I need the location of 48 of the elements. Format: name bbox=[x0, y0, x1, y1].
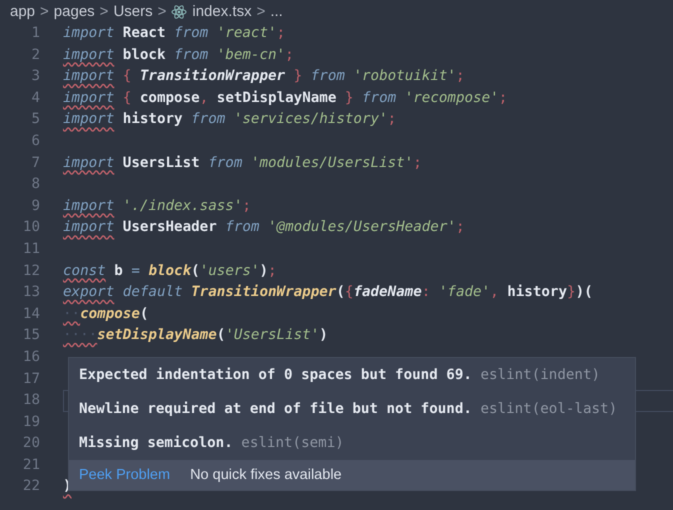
line-number: 18 bbox=[22, 391, 41, 410]
breadcrumb-item[interactable]: app bbox=[10, 3, 36, 20]
code-line: import './index.sass'; bbox=[63, 196, 252, 216]
line-number: 9 bbox=[30, 196, 41, 216]
breadcrumb-item[interactable]: Users bbox=[113, 3, 153, 20]
line-number: 22 bbox=[22, 477, 41, 496]
breadcrumb-separator: > bbox=[100, 3, 108, 20]
code-line: import UsersHeader from '@modules/UsersHeader'; bbox=[63, 218, 466, 238]
code-line: const b = block('users'); bbox=[63, 262, 278, 281]
line-number: 8 bbox=[30, 175, 41, 194]
line-number: 4 bbox=[30, 88, 41, 108]
line-number: 5 bbox=[30, 110, 41, 130]
line-number: 16 bbox=[22, 348, 41, 367]
atom-icon bbox=[171, 4, 188, 20]
quick-fix-note: No quick fixes available bbox=[190, 467, 342, 483]
line-number: 20 bbox=[22, 434, 41, 454]
code-line: import React from 'react'; bbox=[63, 24, 286, 43]
problem-message: Expected indentation of 0 spaces but found 69. eslint(indent) bbox=[78, 366, 602, 385]
line-number: 11 bbox=[22, 240, 41, 259]
line-number: 3 bbox=[30, 67, 41, 86]
code-line: export default TransitionWrapper({fadeName: 'fade', history})( bbox=[63, 283, 594, 302]
line-number: 12 bbox=[22, 262, 41, 281]
breadcrumb-item[interactable]: ... bbox=[270, 3, 283, 20]
line-number: 17 bbox=[22, 370, 41, 388]
line-number: 13 bbox=[22, 283, 41, 302]
line-number: 2 bbox=[30, 46, 41, 65]
breadcrumb-item[interactable]: pages bbox=[54, 3, 95, 20]
breadcrumb-separator: > bbox=[158, 3, 166, 20]
code-line: import UsersList from 'modules/UsersList'; bbox=[63, 154, 423, 173]
line-number: 6 bbox=[30, 132, 41, 151]
line-number: 19 bbox=[22, 412, 41, 432]
problem-message: Missing semicolon. eslint(semi) bbox=[78, 434, 345, 453]
code-line: import { compose, setDisplayName } from 'recompose'; bbox=[63, 88, 508, 108]
breadcrumb-separator: > bbox=[40, 3, 49, 20]
line-number: 14 bbox=[22, 304, 41, 324]
problem-message: Newline required at end of file but not found. eslint(eol-last) bbox=[78, 400, 618, 419]
line-number: 7 bbox=[30, 154, 41, 173]
line-number: 10 bbox=[22, 218, 41, 238]
code-line: import { TransitionWrapper } from 'robotuikit'; bbox=[63, 67, 466, 86]
breadcrumb-item[interactable]: index.tsx bbox=[192, 3, 252, 20]
code-line: ····setDisplayName('UsersList') bbox=[63, 326, 329, 346]
line-number: 21 bbox=[22, 456, 41, 475]
code-line: import block from 'bem-cn'; bbox=[63, 46, 295, 65]
line-number: 15 bbox=[22, 326, 41, 346]
line-number: 1 bbox=[30, 24, 41, 43]
code-line: import history from 'services/history'; bbox=[63, 110, 398, 130]
code-line: ··compose( bbox=[63, 304, 150, 324]
breadcrumb-separator: > bbox=[256, 3, 266, 20]
